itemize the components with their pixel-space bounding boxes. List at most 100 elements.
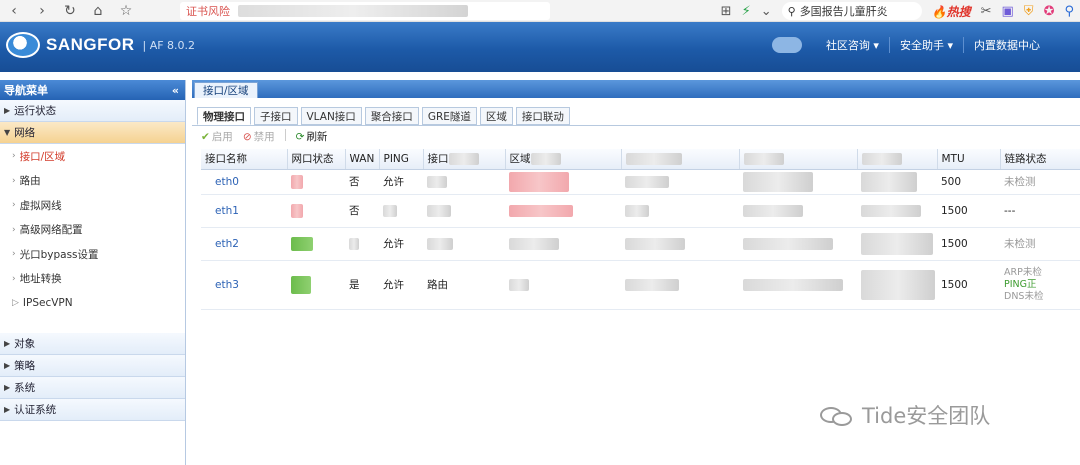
subtab-zone[interactable]: 区域 — [479, 107, 513, 125]
nav-group-objects[interactable]: ▶ 对象 — [0, 332, 185, 355]
subtab-sub-interface[interactable]: 子接口 — [254, 107, 298, 125]
subtab-link[interactable]: 接口联动 — [515, 107, 570, 125]
col-header-label: 区域 — [509, 153, 531, 166]
bullet-icon: › — [12, 249, 16, 260]
hot-search-label[interactable]: 🔥热搜 — [932, 3, 971, 20]
redacted-header — [625, 152, 682, 165]
translate-icon[interactable]: ▣ — [1002, 4, 1014, 19]
bullet-icon: › — [12, 200, 16, 211]
row-wan: 否 — [345, 194, 379, 228]
enable-label: 启用 — [211, 131, 233, 143]
action-toolbar: ✔ 启用 ⊘ 禁用 ⟳ 刷新 — [201, 129, 327, 144]
nav-item-advanced-network[interactable]: › 高级网络配置 — [0, 218, 185, 243]
nav-item-ipsecvpn[interactable]: ▷ IPSecVPN — [0, 291, 185, 316]
table-header: 接口名称 网口状态 WAN PING 接口 区域 MTU 链路状态 — [201, 149, 1080, 170]
table-row[interactable]: eth2 允许 1500 未检测 — [201, 227, 1080, 261]
lightning-icon[interactable]: ⚡ — [742, 4, 751, 19]
redacted-value — [625, 237, 685, 250]
row-redacted — [621, 194, 739, 228]
collapse-icon[interactable]: « — [172, 84, 179, 97]
header-menu-community[interactable]: 社区咨询 ▾ — [816, 37, 889, 53]
redacted-header — [448, 153, 479, 166]
col-header-mtu[interactable]: MTU — [937, 149, 1001, 170]
col-header-zone[interactable]: 区域 — [505, 149, 622, 170]
browser-search-box[interactable]: ⚲ 多国报告儿童肝炎 — [781, 2, 922, 20]
row-name[interactable]: eth1 — [201, 194, 287, 228]
watermark-text: Tide安全团队 — [862, 404, 991, 428]
col-header-port-status[interactable]: 网口状态 — [287, 149, 346, 170]
nav-item-route[interactable]: › 路由 — [0, 169, 185, 194]
scissors-icon[interactable]: ✂ — [981, 4, 992, 19]
nav-group-label: 系统 — [14, 381, 36, 394]
redacted-value — [383, 204, 397, 217]
row-name[interactable]: eth3 — [201, 260, 287, 310]
bookmark-star-icon[interactable]: ☆ — [112, 3, 140, 19]
row-name[interactable]: eth2 — [201, 227, 287, 261]
chevron-down-icon[interactable]: ⌄ — [761, 4, 772, 19]
table-row[interactable]: eth1 否 1500 --- — [201, 194, 1080, 228]
enable-button[interactable]: ✔ 启用 — [201, 129, 233, 144]
col-header-iface-type[interactable]: 接口 — [423, 149, 506, 170]
col-header-link-status[interactable]: 链路状态 — [1000, 149, 1080, 170]
nav-item-virtual-wire[interactable]: › 虚拟网线 — [0, 193, 185, 218]
forward-icon[interactable]: › — [28, 3, 56, 19]
reload-icon[interactable]: ↻ — [56, 3, 84, 19]
disable-button[interactable]: ⊘ 禁用 — [243, 129, 275, 144]
interface-table: 接口名称 网口状态 WAN PING 接口 区域 MTU 链路状态 eth0 否… — [201, 149, 1080, 310]
row-port-status — [287, 260, 345, 310]
find-icon[interactable]: ⚲ — [1064, 4, 1074, 19]
main-tabstrip — [192, 80, 1080, 98]
nav-group-system[interactable]: ▶ 系统 — [0, 376, 185, 399]
ban-icon: ⊘ — [242, 130, 252, 143]
redacted-header — [861, 152, 902, 165]
address-bar[interactable]: 证书风险 — [180, 1, 550, 20]
theme-toggle[interactable] — [771, 37, 802, 53]
header-menu-datacenter[interactable]: 内置数据中心 — [963, 37, 1050, 53]
header-menu-label: 社区咨询 — [825, 39, 870, 52]
caret-down-icon: ▼ — [4, 128, 11, 137]
back-icon[interactable]: ‹ — [0, 3, 28, 19]
redacted-header — [530, 153, 561, 166]
subtab-gre[interactable]: GRE隧道 — [421, 107, 477, 125]
redacted-value — [509, 237, 559, 250]
redacted-value — [427, 237, 453, 250]
row-redacted — [505, 194, 621, 228]
bullet-icon: › — [12, 151, 16, 162]
nav-group-status[interactable]: ▶ 运行状态 — [0, 100, 185, 122]
grid-icon[interactable]: ⊞ — [721, 4, 732, 19]
cert-warning[interactable]: 证书风险 — [186, 3, 230, 19]
col-header-ping[interactable]: PING — [379, 149, 424, 170]
col-header-redacted-1[interactable] — [621, 149, 740, 170]
col-header-redacted-2[interactable] — [739, 149, 858, 170]
row-wan: 否 — [345, 169, 379, 195]
refresh-button[interactable]: ⟳ 刷新 — [296, 129, 328, 144]
table-row[interactable]: eth3 是 允许 路由 1500 ARP未检 PING正 DNS未检 — [201, 260, 1080, 310]
subtab-vlan[interactable]: VLAN接口 — [300, 107, 362, 125]
nav-item-nat[interactable]: › 地址转换 — [0, 267, 185, 292]
nav-group-auth[interactable]: ▶ 认证系统 — [0, 398, 185, 421]
row-name[interactable]: eth0 — [201, 169, 287, 195]
col-header-redacted-3[interactable] — [857, 149, 938, 170]
header-menu-assistant[interactable]: 安全助手 ▾ — [888, 37, 963, 53]
nav-header: 导航菜单 « — [0, 80, 185, 100]
subtab-aggregate[interactable]: 聚合接口 — [364, 107, 419, 125]
row-redacted — [857, 169, 937, 195]
wechat-icon — [820, 404, 854, 426]
col-header-name[interactable]: 接口名称 — [201, 149, 288, 170]
app-header: SANGFOR | AF 8.0.2 社区咨询 ▾ 安全助手 ▾ 内置数据中心 — [0, 22, 1080, 72]
nav-item-interface-zone[interactable]: › 接口/区域 — [0, 144, 185, 169]
game-icon[interactable]: ✪ — [1044, 4, 1055, 19]
shield-icon[interactable]: ⛨ — [1024, 4, 1034, 19]
col-header-wan[interactable]: WAN — [345, 149, 380, 170]
row-mtu: 1500 — [937, 260, 1000, 310]
row-link-status: 未检测 — [1000, 227, 1080, 261]
nav-group-policy[interactable]: ▶ 策略 — [0, 354, 185, 377]
subtab-physical[interactable]: 物理接口 — [197, 107, 251, 125]
table-row[interactable]: eth0 否 允许 500 未检测 — [201, 169, 1080, 195]
nav-item-bypass[interactable]: › 光口bypass设置 — [0, 242, 185, 267]
row-iface: 路由 — [423, 260, 505, 310]
home-icon[interactable]: ⌂ — [84, 3, 112, 19]
tab-interface-zone[interactable]: 接口/区域 — [194, 82, 258, 98]
nav-group-network[interactable]: ▼ 网络 — [0, 122, 185, 144]
